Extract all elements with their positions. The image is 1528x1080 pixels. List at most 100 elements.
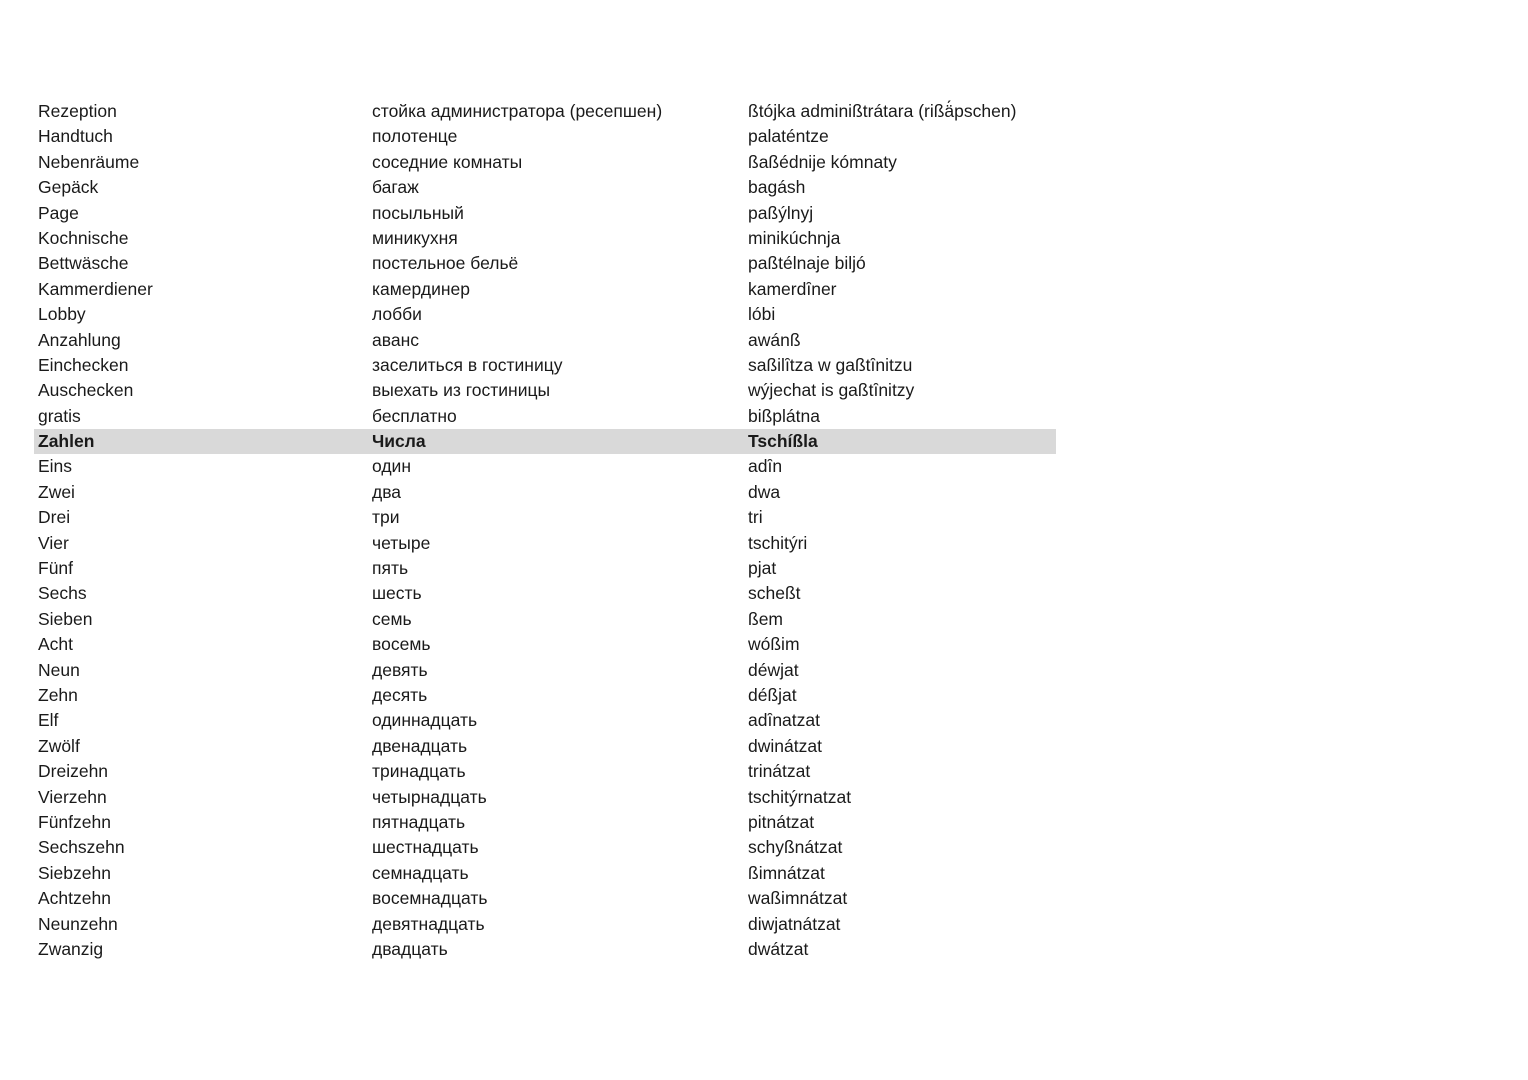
russian-cell: семнадцать [372, 862, 469, 883]
russian-cell: тринадцать [372, 761, 466, 782]
transliteration-cell: tschitýrnatzat [748, 786, 852, 807]
table-row: Auschecken выехать из гостиницы wýjechat i… [34, 378, 1056, 403]
russian-cell: камердинер [372, 278, 470, 299]
german-cell: Zwanzig [38, 938, 104, 959]
transliteration-cell: wóßim [748, 634, 800, 655]
transliteration-cell: kamerdȋner [748, 278, 837, 299]
transliteration-cell: déwjat [748, 659, 799, 680]
russian-cell: багаж [372, 177, 419, 198]
russian-cell: Числа [372, 431, 426, 452]
transliteration-cell: paßtélnaje biljó [748, 253, 866, 274]
german-cell: Achtzehn [38, 888, 111, 909]
russian-cell: шесть [372, 583, 422, 604]
table-row: Zwölf двенадцать dwinátzat [34, 734, 1056, 759]
russian-cell: постельное бельё [372, 253, 519, 274]
german-cell: Zehn [38, 684, 78, 705]
german-cell: Auschecken [38, 380, 134, 401]
transliteration-cell: bagásh [748, 177, 806, 198]
german-cell: Vierzehn [38, 786, 107, 807]
table-row: Nebenräume соседние комнаты ßaßédnije kómn… [34, 150, 1056, 175]
russian-cell: полотенце [372, 126, 458, 147]
german-cell: Eins [38, 456, 73, 477]
transliteration-cell: wýjechat is gaßtȋnitzy [748, 380, 915, 401]
transliteration-cell: tri [748, 507, 763, 528]
russian-cell: шестнадцать [372, 837, 479, 858]
table-row: Gepäck багаж bagásh [34, 175, 1056, 200]
transliteration-cell: ßem [748, 608, 783, 629]
russian-cell: выехать из гостиницы [372, 380, 551, 401]
table-row: Zwanzig двадцать dwátzat [34, 937, 1056, 962]
table-row: Rezeption стойка администратора (ресепшен… [34, 99, 1056, 124]
table-row: Page посыльный paßýlnyj [34, 201, 1056, 226]
german-cell: Zahlen [38, 431, 95, 452]
russian-cell: восемнадцать [372, 888, 488, 909]
russian-cell: восемь [372, 634, 431, 655]
transliteration-cell: waßimnátzat [748, 888, 848, 909]
russian-cell: посыльный [372, 202, 464, 223]
table-row: Vierzehn четырнадцать tschitýrnatzat [34, 785, 1056, 810]
table-row: Elf одиннадцать adȋnatzat [34, 708, 1056, 733]
transliteration-cell: ßaßédnije kómnaty [748, 151, 897, 172]
transliteration-cell: adȋn [748, 456, 783, 477]
section-header-row: Zahlen Числа Tschíßla [34, 429, 1056, 455]
transliteration-cell: dwa [748, 481, 781, 502]
russian-cell: два [372, 481, 402, 502]
german-cell: Bettwäsche [38, 253, 129, 274]
russian-cell: лобби [372, 304, 422, 325]
russian-cell: девятнадцать [372, 913, 485, 934]
german-cell: Kammerdiener [38, 278, 153, 299]
russian-cell: один [372, 456, 411, 477]
table-row: Drei три tri [34, 505, 1056, 530]
vocabulary-table: Rezeption стойка администратора (ресепшен… [34, 99, 1056, 962]
russian-cell: бесплатно [372, 405, 457, 426]
transliteration-cell: Tschíßla [748, 431, 818, 452]
german-cell: Drei [38, 507, 71, 528]
table-row: Handtuch полотенце palaténtze [34, 124, 1056, 149]
transliteration-cell: adȋnatzat [748, 710, 820, 731]
transliteration-cell: ßtójka adminißtrátara (rißä́pschen) [748, 101, 1017, 121]
table-row: Zehn десять déßjat [34, 683, 1056, 708]
table-row: Fünf пять pjat [34, 556, 1056, 581]
table-row: Kammerdiener камердинер kamerdȋner [34, 277, 1056, 302]
table-row: Acht восемь wóßim [34, 632, 1056, 657]
russian-cell: пять [372, 558, 409, 579]
german-cell: Fünfzehn [38, 811, 111, 832]
german-cell: Nebenräume [38, 151, 140, 172]
table-row: Sechs шесть scheßt [34, 581, 1056, 606]
transliteration-cell: paßýlnyj [748, 202, 814, 223]
table-row: Zwei два dwa [34, 480, 1056, 505]
russian-cell: десять [372, 684, 428, 705]
russian-cell: девять [372, 659, 428, 680]
transliteration-cell: bißplátna [748, 405, 820, 426]
german-cell: Sechs [38, 583, 87, 604]
transliteration-cell: ßimnátzat [748, 862, 825, 883]
transliteration-cell: lóbi [748, 304, 776, 325]
german-cell: Vier [38, 532, 69, 553]
transliteration-cell: saßilȋtza w gaßtȋnitzu [748, 354, 913, 375]
transliteration-cell: dwinátzat [748, 735, 822, 756]
german-cell: Page [38, 202, 79, 223]
transliteration-cell: scheßt [748, 583, 801, 604]
german-cell: Lobby [38, 304, 86, 325]
transliteration-cell: déßjat [748, 684, 797, 705]
russian-cell: аванс [372, 329, 419, 350]
table-row: Neun девять déwjat [34, 658, 1056, 683]
transliteration-cell: pjat [748, 558, 777, 579]
russian-cell: семь [372, 608, 412, 629]
german-cell: Zwei [38, 481, 75, 502]
table-row: Siebzehn семнадцать ßimnátzat [34, 861, 1056, 886]
transliteration-cell: diwjatnátzat [748, 913, 841, 934]
german-cell: Acht [38, 634, 74, 655]
russian-cell: двенадцать [372, 735, 468, 756]
russian-cell: четырнадцать [372, 786, 487, 807]
transliteration-cell: pitnátzat [748, 811, 815, 832]
table-row: Dreizehn тринадцать trinátzat [34, 759, 1056, 784]
german-cell: Einchecken [38, 354, 129, 375]
transliteration-cell: tschitýri [748, 532, 808, 553]
transliteration-cell: awánß [748, 329, 801, 350]
russian-cell: двадцать [372, 938, 448, 959]
table-row: Vier четыре tschitýri [34, 531, 1056, 556]
table-row: Sechszehn шестнадцать schyßnátzat [34, 835, 1056, 860]
german-cell: Neunzehn [38, 913, 118, 934]
german-cell: Elf [38, 710, 59, 731]
